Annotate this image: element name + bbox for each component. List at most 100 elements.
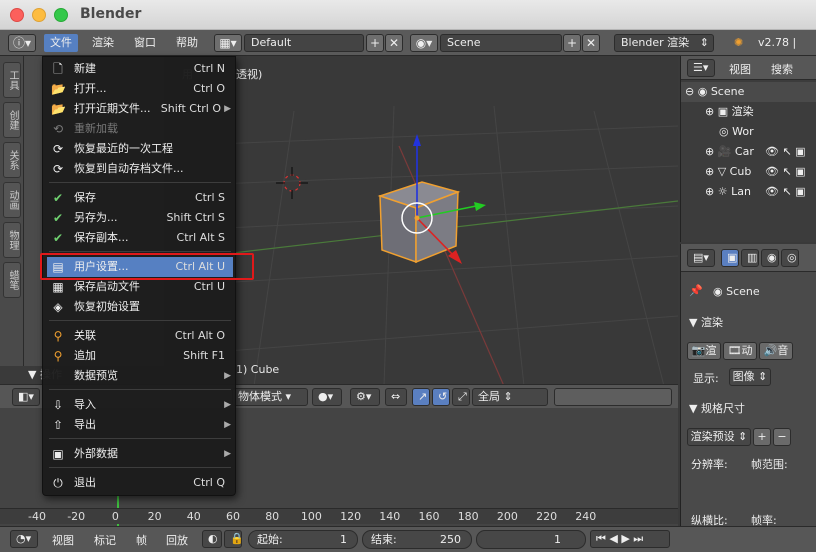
menu-help[interactable]: 帮助 bbox=[176, 34, 198, 52]
tab-animation[interactable]: 动画 bbox=[3, 182, 21, 218]
editor-type-timeline-icon[interactable]: ◔▾ bbox=[10, 530, 38, 548]
zoom-window-button[interactable] bbox=[54, 8, 68, 22]
outliner-row-cube[interactable]: ⊕ ▽ Cub 👁 ↖ ▣ bbox=[681, 162, 816, 182]
3d-cursor-icon[interactable] bbox=[276, 167, 308, 199]
layers-grid[interactable] bbox=[554, 388, 672, 406]
file-menu-item[interactable]: 数据预览 ▶ bbox=[47, 366, 233, 386]
timeline-tick: 140 bbox=[379, 510, 401, 523]
interaction-mode-select[interactable]: 物体模式 ▾ bbox=[232, 388, 308, 406]
transform-orientation-select[interactable]: 全局 ⇕ bbox=[472, 388, 548, 406]
file-menu-item[interactable]: 🗋 新建 Ctrl N bbox=[47, 59, 233, 79]
screen-layout-icon[interactable]: ▦▾ bbox=[214, 34, 242, 52]
viewport-shading-icon[interactable]: ●▾ bbox=[312, 388, 342, 406]
editor-type-properties-icon[interactable]: ▤▾ bbox=[687, 249, 715, 267]
outliner-row-lamp[interactable]: ⊕ ☼ Lan 👁 ↖ ▣ bbox=[681, 182, 816, 202]
record-icon[interactable]: ◐ bbox=[202, 530, 222, 548]
file-menu-item[interactable]: 📂 打开... Ctrl O bbox=[47, 79, 233, 99]
file-menu-item[interactable]: ⟳ 恢复到自动存档文件... bbox=[47, 159, 233, 179]
world-tab-icon[interactable]: ◎ bbox=[781, 249, 799, 267]
menu-render[interactable]: 渲染 bbox=[92, 34, 114, 52]
file-menu-item[interactable]: ⟳ 恢复最近的一次工程 bbox=[47, 139, 233, 159]
render-still-button[interactable]: 📷渲 bbox=[687, 342, 721, 360]
render-tab-icon[interactable]: ▣ bbox=[721, 249, 739, 267]
file-menu-item[interactable]: ✔ 保存 Ctrl S bbox=[47, 188, 233, 208]
3d-viewport[interactable]: 用 透视) 1) Cube bbox=[164, 56, 678, 386]
menu-item-label: 打开近期文件... bbox=[74, 102, 151, 115]
translate-icon[interactable]: ↗ bbox=[412, 388, 430, 406]
cube-object[interactable] bbox=[377, 181, 461, 264]
file-menu-item[interactable]: ✔ 另存为... Shift Ctrl S bbox=[47, 208, 233, 228]
timeline-ruler[interactable]: -40 -20 0 20 40 60 80 100 120 140 160 180 200 220 240 bbox=[0, 508, 678, 524]
render-panel-header[interactable]: ▼ 渲染 bbox=[689, 314, 723, 330]
editor-type-outliner-icon[interactable]: ☰▾ bbox=[687, 59, 715, 77]
tab-create[interactable]: 创建 bbox=[3, 102, 21, 138]
outliner-view-menu[interactable]: 视图 bbox=[729, 61, 751, 77]
file-menu-item[interactable]: ✔ 保存副本... Ctrl Alt S bbox=[47, 228, 233, 248]
add-scene-button[interactable]: + bbox=[563, 34, 581, 52]
file-menu-item[interactable]: 📂 打开近期文件... Shift Ctrl O ▶ bbox=[47, 99, 233, 119]
menu-file[interactable]: 文件 bbox=[44, 34, 78, 52]
end-frame-field[interactable]: 结束: 250 bbox=[362, 530, 472, 549]
lock-icon[interactable]: 🔒 bbox=[224, 530, 244, 548]
remove-preset-button[interactable]: − bbox=[773, 428, 791, 446]
tab-physics[interactable]: 物理 bbox=[3, 222, 21, 258]
editor-type-info-button[interactable]: ⓘ▾ bbox=[8, 34, 36, 52]
scene-tab-icon[interactable]: ◉ bbox=[761, 249, 779, 267]
display-select[interactable]: 图像 ⇕ bbox=[729, 368, 771, 386]
tab-relations[interactable]: 关系 bbox=[3, 142, 21, 178]
current-frame-field[interactable]: 1 bbox=[476, 530, 586, 549]
file-menu-item[interactable]: ⇩ 导入 ▶ bbox=[47, 395, 233, 415]
export-icon: ⇧ bbox=[52, 418, 64, 432]
playback-controls[interactable]: ⏮ ◀ ▶ ⏭ bbox=[590, 530, 670, 548]
remove-layout-button[interactable]: ✕ bbox=[385, 34, 403, 52]
file-menu-item[interactable]: ◈ 恢复初始设置 bbox=[47, 297, 233, 317]
menu-separator bbox=[49, 251, 231, 252]
scene-field[interactable]: Scene bbox=[440, 34, 562, 52]
editor-type-3d-icon[interactable]: ◧▾ bbox=[12, 388, 40, 406]
menu-window[interactable]: 窗口 bbox=[134, 34, 156, 52]
outliner-search-menu[interactable]: 搜索 bbox=[771, 61, 793, 77]
save-as-check-icon: ✔ bbox=[52, 211, 64, 225]
render-audio-button[interactable]: 🔊音 bbox=[759, 342, 793, 360]
file-menu-item[interactable]: ⚲ 关联 Ctrl Alt O bbox=[47, 326, 233, 346]
menu-view[interactable]: 视图 bbox=[52, 532, 74, 548]
render-preset-select[interactable]: 渲染预设 ⇕ bbox=[687, 428, 751, 446]
add-layout-button[interactable]: + bbox=[366, 34, 384, 52]
remove-scene-button[interactable]: ✕ bbox=[582, 34, 600, 52]
file-menu-item[interactable]: ⇧ 导出 ▶ bbox=[47, 415, 233, 435]
file-menu-item[interactable]: ▦ 保存启动文件 Ctrl U bbox=[47, 277, 233, 297]
menu-playback[interactable]: 回放 bbox=[166, 532, 188, 548]
tab-tools[interactable]: 工具 bbox=[3, 62, 21, 98]
menu-marker[interactable]: 标记 bbox=[94, 532, 116, 548]
timeline-tick: 0 bbox=[111, 510, 119, 523]
file-menu-item[interactable]: ▣ 外部数据 ▶ bbox=[47, 444, 233, 464]
open-folder-icon: 📂 bbox=[51, 82, 66, 96]
minimize-window-button[interactable] bbox=[32, 8, 46, 22]
end-frame-value: 250 bbox=[440, 533, 461, 546]
close-window-button[interactable] bbox=[10, 8, 24, 22]
scene-icon[interactable]: ◉▾ bbox=[410, 34, 438, 52]
pivot-point-icon[interactable]: ⚙▾ bbox=[350, 388, 380, 406]
dimensions-panel-header[interactable]: ▼ 规格尺寸 bbox=[689, 400, 745, 416]
menu-item-label: 恢复到自动存档文件... bbox=[74, 162, 184, 175]
window-title: Blender bbox=[80, 6, 142, 22]
render-engine-select[interactable]: Blender 渲染 ⇕ bbox=[614, 34, 714, 52]
file-menu-item[interactable]: ⏻ 退出 Ctrl Q bbox=[47, 473, 233, 493]
outliner-row-camera[interactable]: ⊕ 🎥 Car 👁 ↖ ▣ bbox=[681, 142, 816, 162]
scale-icon[interactable]: ⤢ bbox=[452, 388, 470, 406]
menu-frame[interactable]: 帧 bbox=[136, 532, 147, 548]
pin-icon[interactable]: 📌 bbox=[689, 284, 703, 297]
outliner-row-render[interactable]: ⊕ ▣ 渲染 bbox=[681, 102, 816, 122]
outliner-row-scene[interactable]: ⊖ ◉ Scene bbox=[681, 82, 816, 102]
file-menu-item[interactable]: ⚲ 追加 Shift F1 bbox=[47, 346, 233, 366]
start-frame-field[interactable]: 起始: 1 bbox=[248, 530, 358, 549]
blender-logo-icon: ✺ bbox=[734, 36, 744, 49]
tab-grease-pencil[interactable]: 蜡笔 bbox=[3, 262, 21, 298]
rotate-icon[interactable]: ↺ bbox=[432, 388, 450, 406]
render-animation-button[interactable]: 🎞动 bbox=[723, 342, 757, 360]
layers-tab-icon[interactable]: ▥ bbox=[741, 249, 759, 267]
outliner-row-world[interactable]: ◎ Wor bbox=[681, 122, 816, 142]
add-preset-button[interactable]: + bbox=[753, 428, 771, 446]
screen-layout-field[interactable]: Default bbox=[244, 34, 364, 52]
manipulator-toggle-icon[interactable]: ⇔ bbox=[385, 388, 407, 406]
